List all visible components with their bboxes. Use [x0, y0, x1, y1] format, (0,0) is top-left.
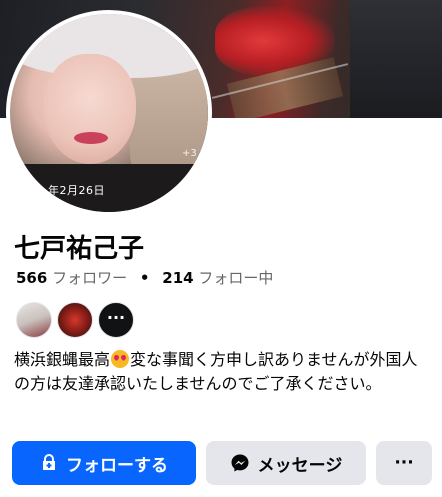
profile-bio: 横浜銀蝿最高 変な事聞く方申し訳ありませんが外国人の方は友達承認いたしませんのでご…	[14, 348, 430, 396]
following-count: 214	[162, 269, 194, 287]
more-options-button[interactable]: ···	[376, 441, 432, 485]
followers-label: フォロワー	[52, 269, 128, 287]
add-friend-icon	[40, 454, 58, 472]
stats-separator: •	[139, 269, 150, 287]
followers-count: 566	[16, 269, 48, 287]
more-friends-button[interactable]: ···	[98, 302, 134, 338]
followers-link[interactable]: 566 フォロワー	[16, 269, 132, 287]
avatar-lips	[74, 132, 108, 144]
message-button[interactable]: メッセージ	[206, 441, 366, 485]
messenger-icon	[230, 453, 250, 473]
bio-text-start: 横浜銀蝿最高	[14, 350, 111, 369]
more-options-icon: ···	[394, 453, 414, 473]
cover-background	[350, 0, 442, 118]
photo-date-label: 年2月26日	[48, 184, 105, 197]
profile-stats: 566 フォロワー • 214 フォロー中	[16, 267, 273, 288]
profile-name: 七戸祐己子	[14, 234, 145, 264]
message-button-label: メッセージ	[257, 455, 343, 476]
avatar-jacket	[10, 164, 208, 212]
following-label: フォロー中	[198, 269, 274, 287]
photo-more-count: +3	[182, 148, 197, 159]
friend-avatar[interactable]	[57, 302, 93, 338]
follow-button[interactable]: フォローする	[12, 441, 196, 485]
friend-avatar[interactable]	[16, 302, 52, 338]
profile-avatar[interactable]: 年2月26日 +3	[10, 14, 208, 212]
avatar-face	[44, 54, 136, 164]
heart-eyes-emoji-icon	[111, 350, 130, 368]
following-link[interactable]: 214 フォロー中	[162, 269, 273, 287]
follow-button-label: フォローする	[66, 455, 168, 476]
